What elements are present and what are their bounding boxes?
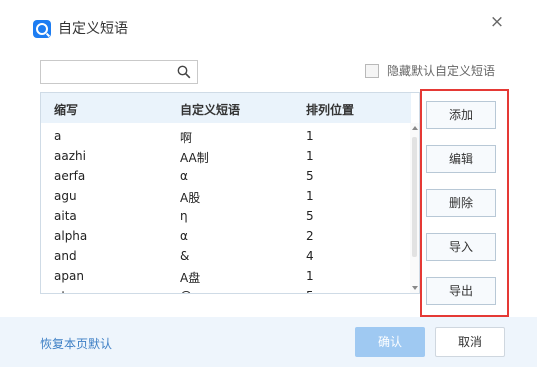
search-icon[interactable]: [177, 65, 191, 79]
table-row[interactable]: alpha α 2: [41, 227, 411, 247]
cell-position: 1: [306, 149, 314, 163]
close-icon[interactable]: ×: [489, 14, 505, 31]
hide-default-checkbox[interactable]: [365, 64, 379, 78]
table-row[interactable]: aerfa α 5: [41, 167, 411, 187]
column-header-phrase[interactable]: 自定义短语: [180, 101, 240, 118]
table-row[interactable]: apan A盘 1: [41, 267, 411, 287]
cell-phrase: @: [180, 289, 192, 293]
cell-phrase: 啊: [180, 131, 193, 145]
cell-position: 5: [306, 169, 314, 183]
scroll-up-arrow-icon[interactable]: [412, 126, 418, 130]
cell-abbreviation: aerfa: [54, 169, 86, 183]
table-row[interactable]: agu A股 1: [41, 187, 411, 207]
cell-position: 1: [306, 189, 314, 203]
table-row[interactable]: aita η 5: [41, 207, 411, 227]
table-row[interactable]: at @ 5: [41, 287, 411, 293]
cell-abbreviation: aazhi: [54, 149, 86, 163]
cell-phrase: A股: [180, 191, 201, 205]
scroll-thumb[interactable]: [412, 137, 417, 257]
table-header: 缩写 自定义短语 排列位置: [41, 93, 411, 123]
table-scrollbar[interactable]: [410, 123, 419, 293]
cell-abbreviation: agu: [54, 189, 77, 203]
search-box[interactable]: [40, 60, 198, 84]
export-button[interactable]: 导出: [426, 277, 496, 305]
import-button[interactable]: 导入: [426, 233, 496, 261]
confirm-button[interactable]: 确认: [355, 327, 425, 357]
table-row[interactable]: a 啊 1: [41, 127, 411, 147]
cell-position: 5: [306, 209, 314, 223]
cell-abbreviation: a: [54, 129, 62, 143]
cell-abbreviation: alpha: [54, 229, 88, 243]
delete-button[interactable]: 删除: [426, 189, 496, 217]
phrase-table: 缩写 自定义短语 排列位置 a 啊 1 aazhi AA制 1 aerfa α …: [40, 92, 420, 294]
cell-position: 1: [306, 269, 314, 283]
cell-position: 2: [306, 229, 314, 243]
cell-phrase: &: [180, 249, 190, 263]
cell-abbreviation: aita: [54, 209, 77, 223]
table-row[interactable]: aazhi AA制 1: [41, 147, 411, 167]
dialog-title: 自定义短语: [58, 21, 128, 37]
hide-default-label: 隐藏默认自定义短语: [387, 64, 496, 78]
custom-phrase-dialog: 自定义短语 × 隐藏默认自定义短语 缩写 自定义短语 排列位置 a 啊 1 aa…: [0, 0, 537, 383]
cell-phrase: A盘: [180, 271, 201, 285]
search-input[interactable]: [45, 64, 177, 82]
scroll-down-arrow-icon[interactable]: [412, 286, 418, 290]
cell-abbreviation: apan: [54, 269, 84, 283]
dialog-footer: 恢复本页默认 确认 取消: [0, 317, 537, 367]
cell-abbreviation: at: [54, 289, 66, 293]
cell-phrase: α: [180, 169, 188, 183]
cell-position: 5: [306, 289, 314, 293]
edit-button[interactable]: 编辑: [426, 145, 496, 173]
table-row[interactable]: and & 4: [41, 247, 411, 267]
app-logo-icon: [33, 20, 51, 38]
cell-position: 1: [306, 129, 314, 143]
cancel-button[interactable]: 取消: [435, 327, 505, 357]
cell-abbreviation: and: [54, 249, 77, 263]
cell-phrase: η: [180, 209, 188, 223]
cell-position: 4: [306, 249, 314, 263]
cell-phrase: α: [180, 229, 188, 243]
add-button[interactable]: 添加: [426, 101, 496, 129]
title-bar: 自定义短语 ×: [0, 0, 537, 48]
restore-defaults-link[interactable]: 恢复本页默认: [40, 335, 112, 352]
cell-phrase: AA制: [180, 151, 209, 165]
column-header-position[interactable]: 排列位置: [306, 101, 354, 118]
column-header-abbreviation[interactable]: 缩写: [54, 101, 78, 118]
